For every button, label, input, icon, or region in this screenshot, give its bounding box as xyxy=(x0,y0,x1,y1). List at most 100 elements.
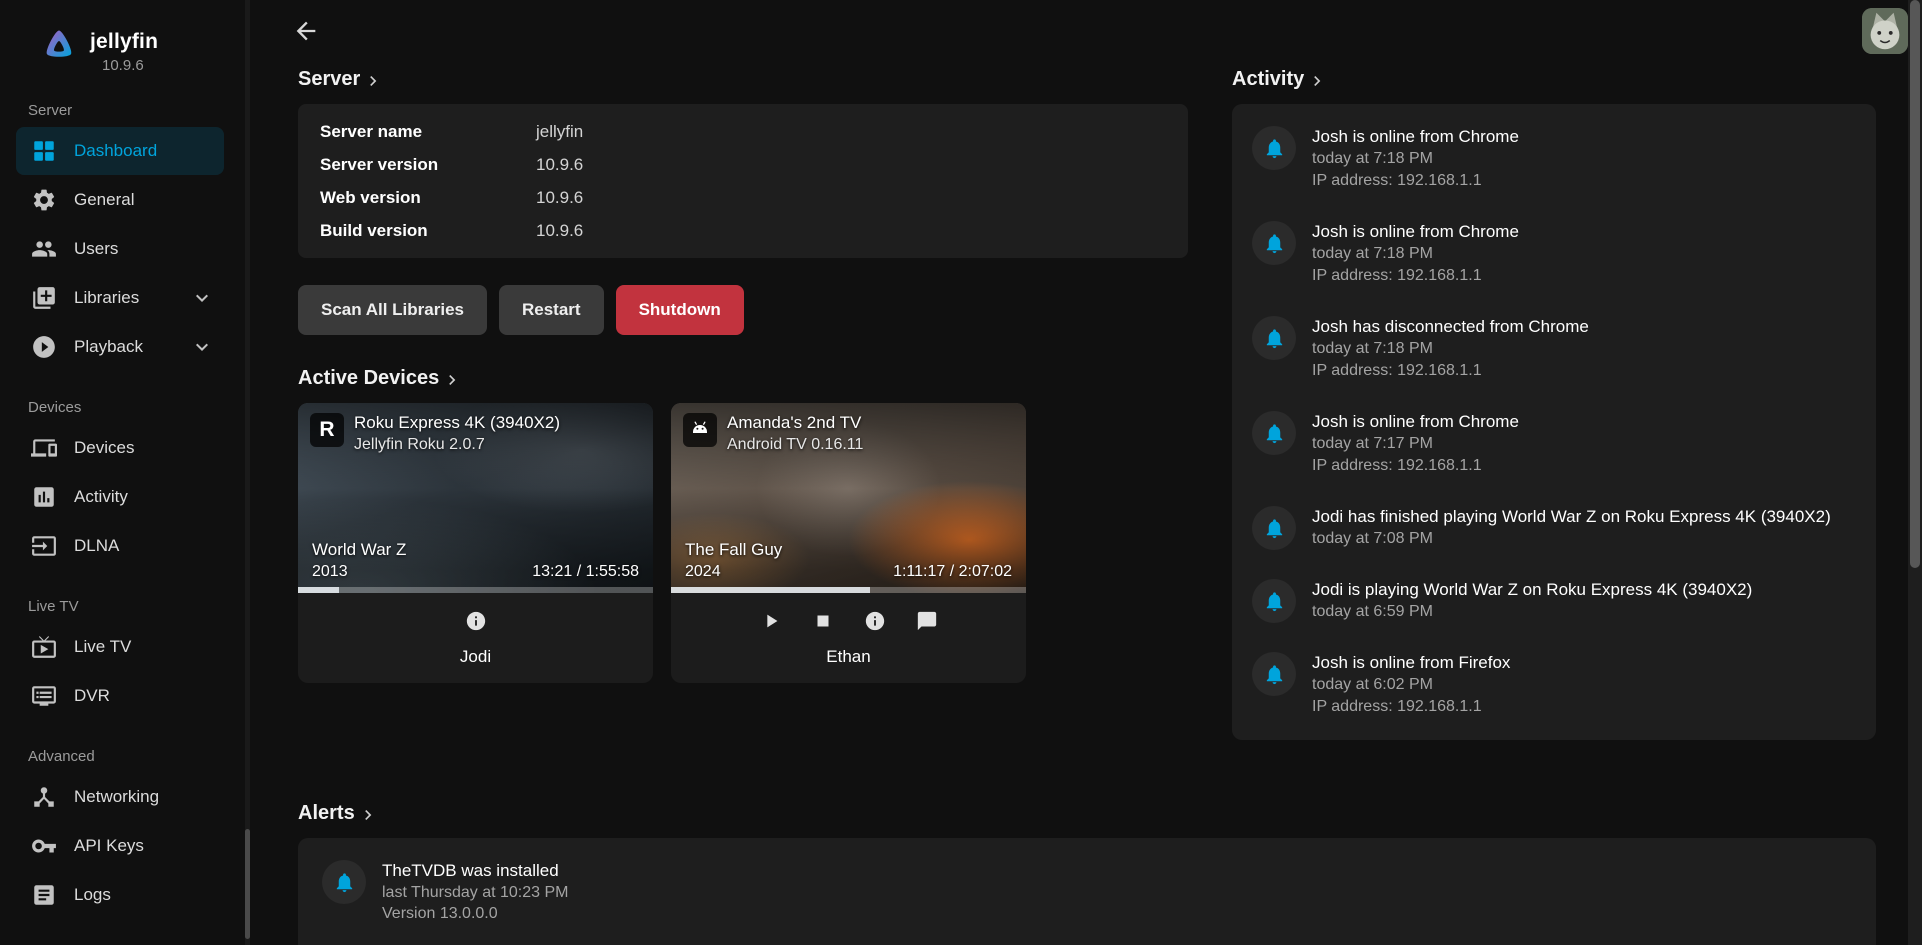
sidebar: jellyfin 10.9.6 Server Dashboard General… xyxy=(0,0,250,945)
activity-title: Jodi is playing World War Z on Roku Expr… xyxy=(1312,579,1752,601)
arrow-back-icon xyxy=(292,17,320,45)
activity-title: Josh is online from Chrome xyxy=(1312,126,1519,148)
sidebar-item-playback[interactable]: Playback xyxy=(16,323,224,371)
chevron-right-icon xyxy=(363,71,383,91)
session-info-button[interactable] xyxy=(862,608,888,634)
restart-button[interactable]: Restart xyxy=(499,285,604,335)
activity-time: today at 7:18 PM xyxy=(1312,243,1519,265)
android-robot-icon xyxy=(688,418,712,442)
sidebar-item-label: Live TV xyxy=(74,637,131,657)
now-playing-text: World War Z 2013 xyxy=(312,540,406,581)
sidebar-item-devices[interactable]: Devices xyxy=(16,424,224,472)
field-label: Web version xyxy=(320,188,536,208)
playback-progress-fill xyxy=(298,587,339,593)
sidebar-item-dashboard[interactable]: Dashboard xyxy=(16,127,224,175)
play-circle-icon xyxy=(31,334,57,360)
server-section-link[interactable]: Server xyxy=(298,68,383,91)
sidebar-item-dlna[interactable]: DLNA xyxy=(16,522,224,570)
chevron-down-icon[interactable] xyxy=(190,286,214,310)
sidebar-item-label: Dashboard xyxy=(74,141,157,161)
activity-item: Jodi has finished playing World War Z on… xyxy=(1252,506,1856,550)
activity-text: Jodi is playing World War Z on Roku Expr… xyxy=(1312,579,1752,623)
user-avatar[interactable] xyxy=(1862,8,1908,54)
sidebar-item-api-keys[interactable]: API Keys xyxy=(16,822,224,870)
sidebar-item-networking[interactable]: Networking xyxy=(16,773,224,821)
right-column: Activity Josh is online from Chrome toda… xyxy=(1232,62,1876,740)
logs-icon xyxy=(31,882,57,908)
chevron-down-icon[interactable] xyxy=(190,335,214,359)
sidebar-item-logs[interactable]: Logs xyxy=(16,871,224,919)
alerts-heading: Alerts xyxy=(298,802,355,825)
back-button[interactable] xyxy=(286,11,326,51)
alert-title: TheTVDB was installed xyxy=(382,860,568,882)
sidebar-item-label: Libraries xyxy=(74,288,139,308)
field-value: 10.9.6 xyxy=(536,221,583,241)
alerts-link[interactable]: Alerts xyxy=(298,802,378,825)
dvr-icon xyxy=(31,683,57,709)
active-devices-link[interactable]: Active Devices xyxy=(298,367,462,390)
users-icon xyxy=(31,236,57,262)
field-label: Server version xyxy=(320,155,536,175)
sidebar-item-label: Logs xyxy=(74,885,111,905)
activity-time: today at 7:18 PM xyxy=(1312,338,1589,360)
shutdown-button[interactable]: Shutdown xyxy=(616,285,744,335)
sidebar-item-users[interactable]: Users xyxy=(16,225,224,273)
activity-title: Josh is online from Firefox xyxy=(1312,652,1510,674)
media-year: 2013 xyxy=(312,563,406,581)
activity-link[interactable]: Activity xyxy=(1232,68,1327,91)
activity-time: today at 7:18 PM xyxy=(1312,148,1519,170)
sidebar-item-activity[interactable]: Activity xyxy=(16,473,224,521)
sidebar-item-general[interactable]: General xyxy=(16,176,224,224)
sidebar-item-libraries[interactable]: Libraries xyxy=(16,274,224,322)
scan-all-libraries-button[interactable]: Scan All Libraries xyxy=(298,285,487,335)
key-icon xyxy=(31,833,57,859)
sidebar-section-devices: Devices xyxy=(0,399,250,416)
session-stop-button[interactable] xyxy=(810,608,836,634)
sidebar-item-dvr[interactable]: DVR xyxy=(16,672,224,720)
notification-bell-icon xyxy=(1252,221,1296,265)
server-version-row: Server version 10.9.6 xyxy=(320,148,1166,181)
session-info-button[interactable] xyxy=(463,608,489,634)
activity-text: Josh is online from Chrome today at 7:18… xyxy=(1312,126,1519,192)
alerts-section: Alerts TheTVDB was installed last Thursd… xyxy=(298,802,1876,945)
media-title: World War Z xyxy=(312,540,406,560)
field-value: 10.9.6 xyxy=(536,188,583,208)
device-name: Roku Express 4K (3940X2) xyxy=(354,413,560,433)
page-scrollbar xyxy=(1908,0,1922,945)
topbar xyxy=(298,0,1876,62)
sidebar-scrollbar-thumb[interactable] xyxy=(245,829,250,939)
activity-item: Josh is online from Chrome today at 7:17… xyxy=(1252,411,1856,477)
dashboard-columns: Server Server name jellyfin Server versi… xyxy=(298,62,1876,740)
app-version: 10.9.6 xyxy=(102,57,158,74)
field-label: Build version xyxy=(320,221,536,241)
sidebar-item-live-tv[interactable]: Live TV xyxy=(16,623,224,671)
session-message-button[interactable] xyxy=(914,608,940,634)
info-icon xyxy=(864,610,886,632)
client-version: Android TV 0.16.11 xyxy=(727,436,863,454)
sidebar-item-label: DLNA xyxy=(74,536,119,556)
sidebar-item-label: Activity xyxy=(74,487,128,507)
activity-heading: Activity xyxy=(1232,68,1304,91)
activity-text: Jodi has finished playing World War Z on… xyxy=(1312,506,1831,550)
activity-title: Josh has disconnected from Chrome xyxy=(1312,316,1589,338)
activity-text: Josh is online from Chrome today at 7:18… xyxy=(1312,221,1519,287)
media-title: The Fall Guy xyxy=(685,540,782,560)
left-column: Server Server name jellyfin Server versi… xyxy=(298,62,1188,683)
chevron-right-icon xyxy=(442,370,462,390)
device-identity: R Roku Express 4K (3940X2) Jellyfin Roku… xyxy=(310,413,560,454)
activity-time: today at 6:02 PM xyxy=(1312,674,1510,696)
sidebar-item-label: Networking xyxy=(74,787,159,807)
playback-progress-fill xyxy=(671,587,870,593)
library-icon xyxy=(31,285,57,311)
server-actions: Scan All Libraries Restart Shutdown xyxy=(298,285,1188,335)
notification-bell-icon xyxy=(1252,652,1296,696)
page-scrollbar-thumb[interactable] xyxy=(1910,0,1920,568)
alert-detail: Version 13.0.0.0 xyxy=(382,903,568,924)
field-value: 10.9.6 xyxy=(536,155,583,175)
chevron-right-icon xyxy=(1307,71,1327,91)
activity-ip: IP address: 192.168.1.1 xyxy=(1312,265,1519,287)
alert-time: last Thursday at 10:23 PM xyxy=(382,882,568,903)
session-controls xyxy=(298,606,653,636)
session-play-button[interactable] xyxy=(758,608,784,634)
session-footer: Ethan xyxy=(671,593,1026,683)
